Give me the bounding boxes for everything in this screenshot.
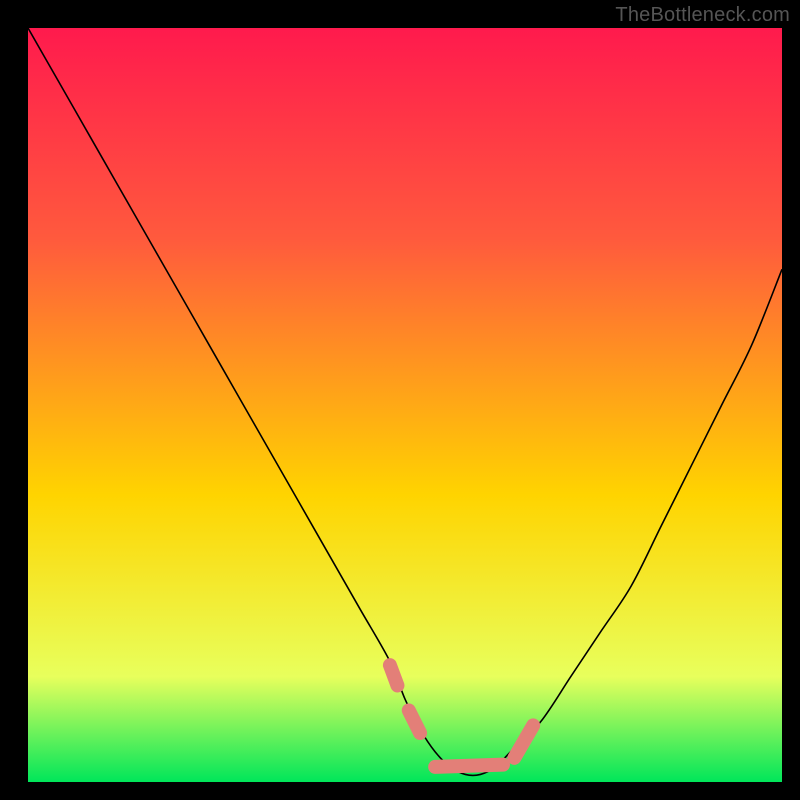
- plot-area: [28, 28, 782, 782]
- plot-background: [28, 28, 782, 782]
- watermark-text: TheBottleneck.com: [615, 4, 790, 27]
- bottleneck-plot-svg: [28, 28, 782, 782]
- bottom-band: [435, 765, 503, 767]
- left-tick-upper: [390, 665, 398, 685]
- chart-frame: TheBottleneck.com: [0, 0, 800, 800]
